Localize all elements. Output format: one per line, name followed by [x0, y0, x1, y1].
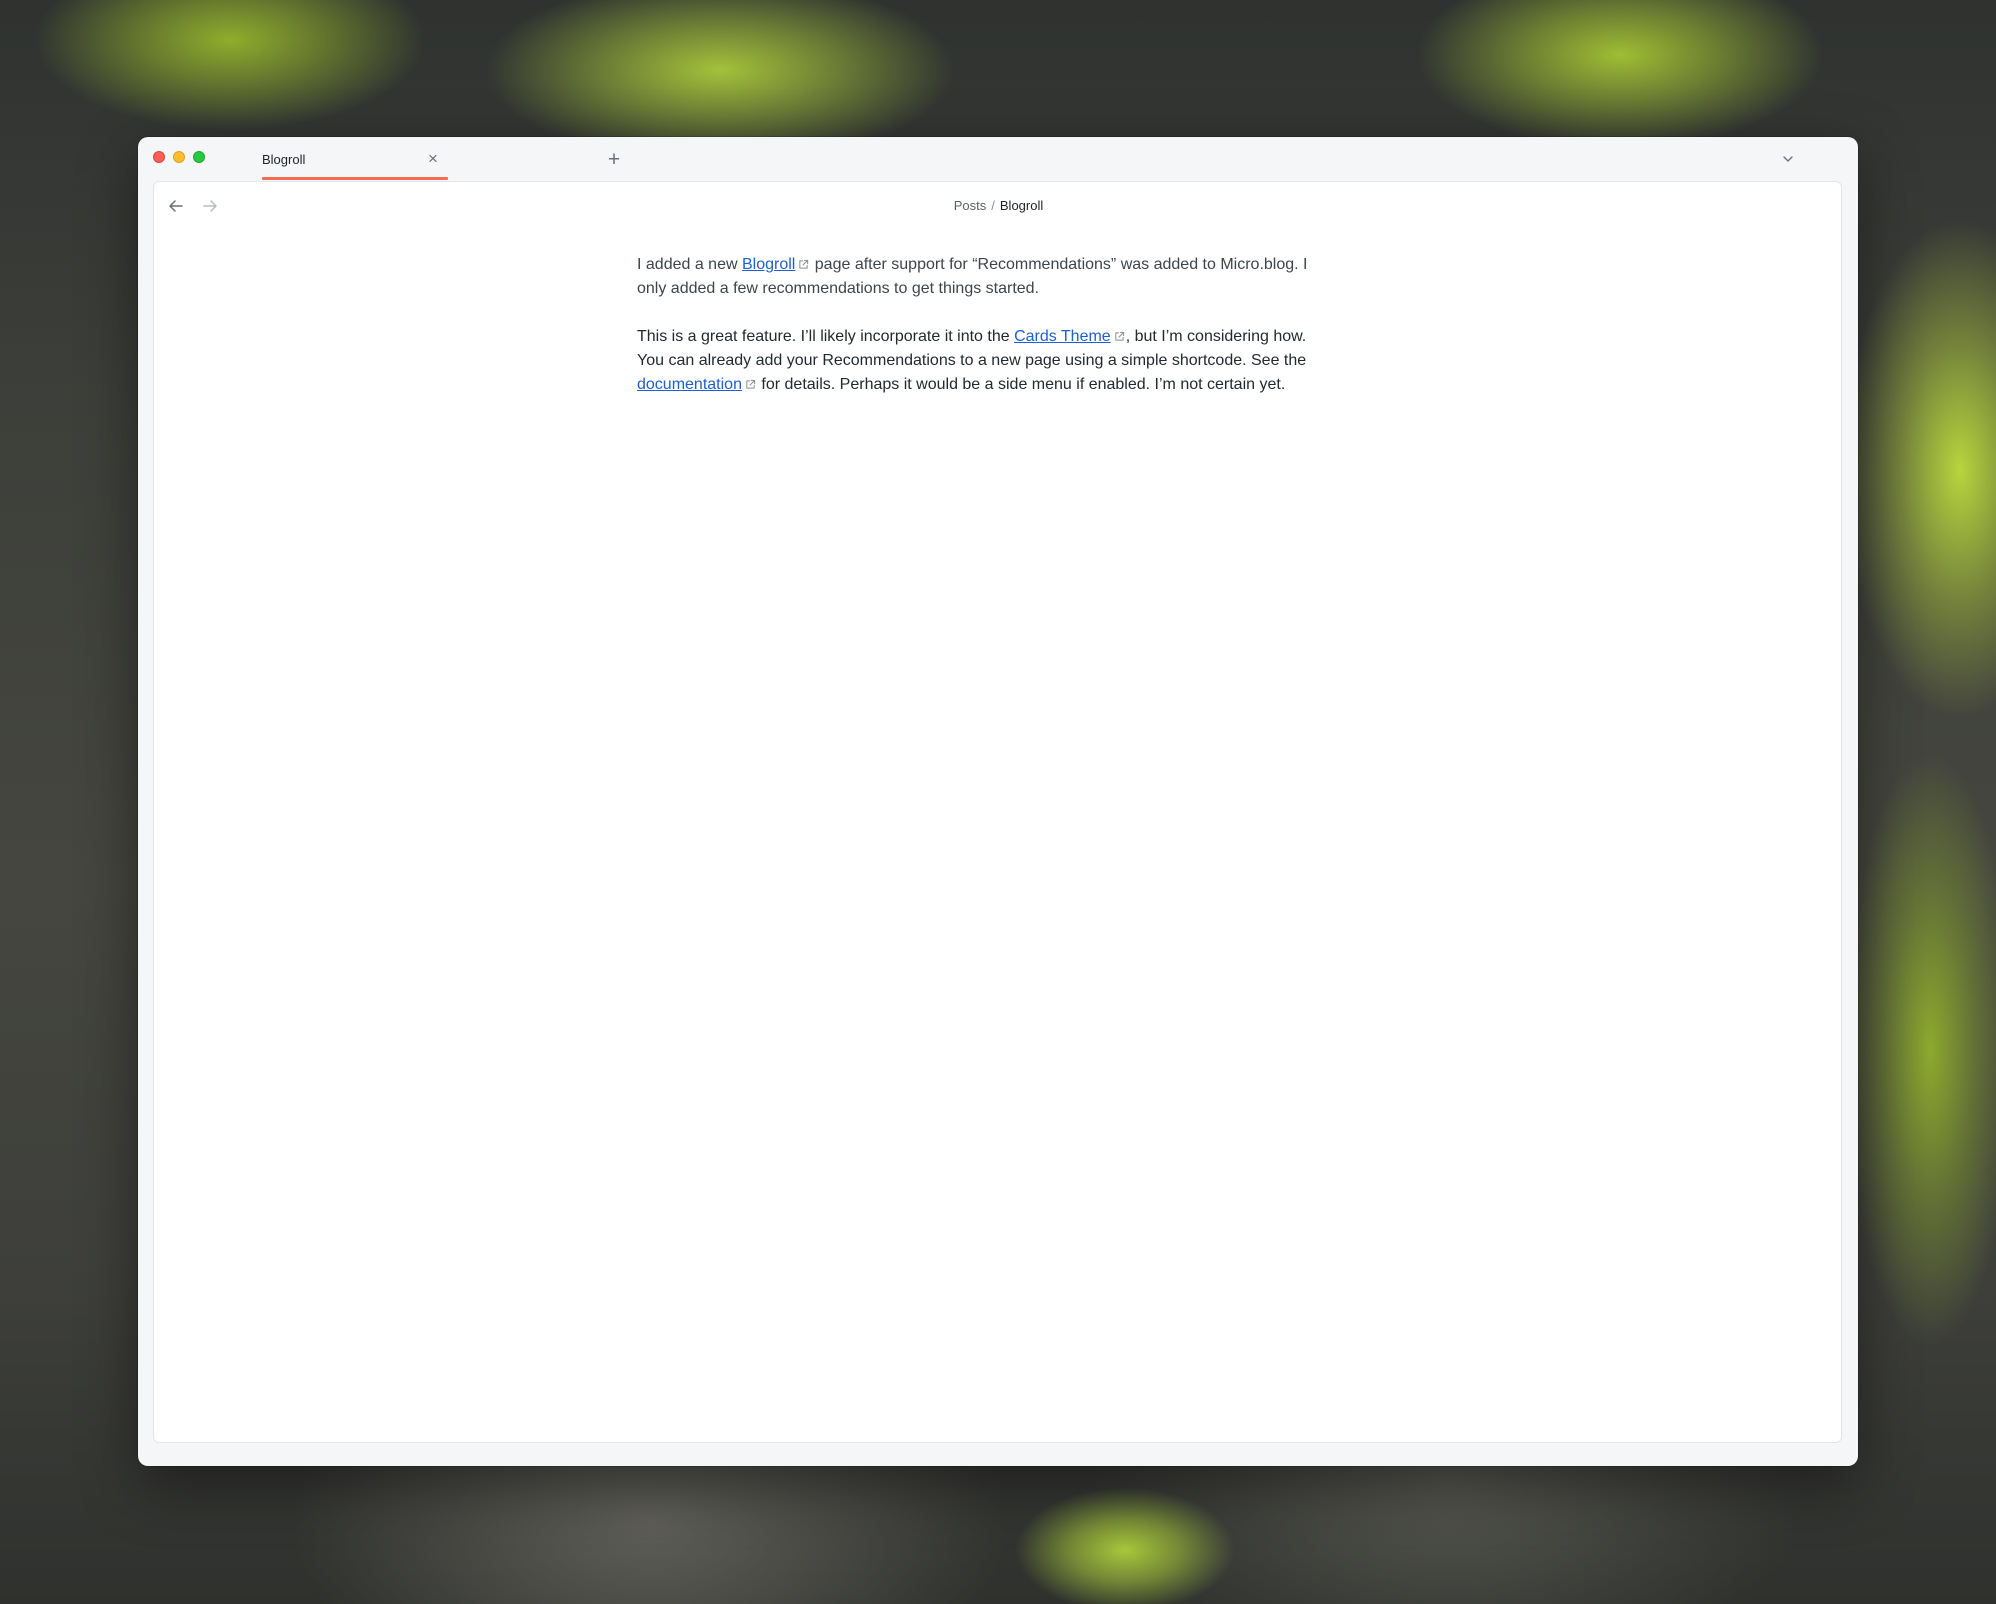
breadcrumb-posts-link[interactable]: Posts	[954, 198, 987, 213]
paragraph-text: This is a great feature. I’ll likely inc…	[637, 328, 1015, 345]
window-minimize-button[interactable]	[173, 151, 185, 163]
window-close-button[interactable]	[153, 151, 165, 163]
title-bar: Blogroll × +	[138, 137, 1858, 181]
tab-title: Blogroll	[262, 152, 306, 167]
breadcrumb-separator: /	[991, 198, 995, 213]
post-body: I added a new Blogroll page after suppor…	[637, 253, 1337, 421]
new-tab-button[interactable]: +	[604, 149, 624, 170]
tab-blogroll[interactable]: Blogroll ×	[262, 144, 448, 180]
paragraph-text: I added a new	[637, 256, 742, 273]
content-area: Posts / Blogroll I added a new Blogroll pa…	[153, 181, 1842, 1443]
post-paragraph: This is a great feature. I’ll likely inc…	[637, 325, 1337, 397]
post-paragraph: I added a new Blogroll page after suppor…	[637, 253, 1337, 301]
external-link-icon	[799, 259, 809, 269]
blogroll-link[interactable]: Blogroll	[742, 256, 795, 273]
paragraph-text: for details. Perhaps it would be a side …	[756, 376, 1286, 393]
external-link-icon	[1115, 331, 1124, 341]
tab-close-button[interactable]: ×	[424, 150, 442, 168]
breadcrumb: Posts / Blogroll	[154, 198, 1843, 213]
chevron-down-icon[interactable]	[1780, 151, 1796, 167]
documentation-link[interactable]: documentation	[637, 376, 742, 393]
external-link-icon	[746, 379, 756, 389]
breadcrumb-current: Blogroll	[999, 198, 1044, 213]
tab-active-indicator	[262, 177, 448, 180]
cards-theme-link[interactable]: Cards Theme	[1014, 328, 1111, 345]
window-zoom-button[interactable]	[193, 151, 205, 163]
browser-window: Blogroll × + Posts / Blogroll I added a ne…	[138, 137, 1858, 1466]
